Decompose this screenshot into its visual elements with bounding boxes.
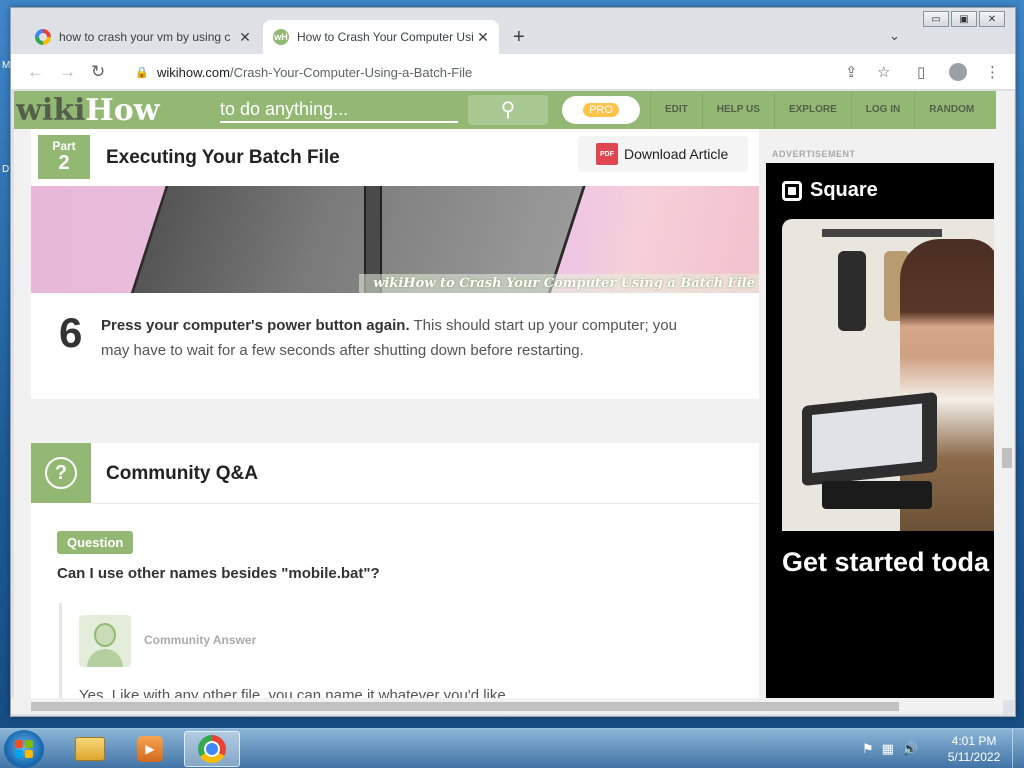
folder-icon [75, 737, 105, 761]
answer-author-label: Community Answer [144, 633, 257, 647]
scrollbar-thumb[interactable] [31, 702, 899, 711]
step-text: Press your computer's power button again… [101, 317, 677, 359]
horizontal-scrollbar[interactable] [11, 698, 1003, 714]
browser-toolbar: ← → ↻ 🔒 wikihow.com/Crash-Your-Computer-… [11, 54, 1015, 90]
search-input[interactable]: to do anything... [220, 99, 458, 123]
square-icon [782, 180, 802, 201]
pro-button[interactable]: PRO [562, 96, 640, 124]
tab-google-search[interactable]: how to crash your vm by using c ✕ [25, 20, 261, 54]
clock[interactable]: 4:01 PM 5/11/2022 [942, 733, 1006, 765]
tab-title: how to crash your vm by using c [59, 30, 231, 44]
wikihow-logo[interactable]: wikiHow [16, 93, 160, 128]
network-icon[interactable]: ▦ [882, 741, 894, 757]
clock-time: 4:01 PM [951, 734, 997, 748]
tab-search-chevron-icon[interactable]: ⌄ [889, 28, 900, 44]
question-text[interactable]: Can I use other names besides "mobile.ba… [57, 565, 380, 582]
wikihow-nav: EDIT HELP US EXPLORE LOG IN RANDOM [650, 91, 988, 129]
clock-date: 5/11/2022 [947, 750, 1001, 764]
forward-arrow-icon[interactable]: → [59, 62, 76, 82]
back-arrow-icon[interactable]: ← [27, 62, 44, 82]
kebab-menu-icon[interactable]: ⋮ [985, 63, 1000, 81]
question-badge: Question [57, 531, 134, 554]
share-icon[interactable]: ⇪ [845, 63, 858, 81]
start-button[interactable] [4, 730, 44, 768]
windows-logo-icon [15, 740, 33, 758]
download-article-button[interactable]: PDF Download Article [578, 136, 748, 172]
square-logo: Square [782, 179, 878, 202]
illustration-watermark: wikiHow to Crash Your Computer Using a B… [359, 274, 759, 293]
side-panel-icon[interactable]: ▯ [917, 63, 925, 81]
volume-icon[interactable]: 🔊 [902, 741, 918, 757]
url-host: wikihow.com [157, 64, 230, 80]
system-tray: ⚑ ▦ 🔊 [862, 741, 918, 757]
question-circle-icon: ? [31, 443, 91, 503]
part-section-card: Part 2 Executing Your Batch File PDF Dow… [31, 129, 759, 399]
step-number: 6 [59, 309, 83, 356]
flag-icon[interactable]: ⚑ [862, 741, 874, 757]
desktop-edge-letter: D [2, 164, 10, 175]
show-desktop-button[interactable] [1012, 729, 1024, 768]
tab-title: How to Crash Your Computer Usi [297, 30, 473, 44]
taskbar-chrome[interactable] [184, 731, 240, 767]
tab-close-icon[interactable]: ✕ [473, 29, 493, 46]
part-badge: Part 2 [38, 135, 90, 179]
search-button[interactable]: ⚲ [468, 95, 548, 125]
taskbar-explorer[interactable] [62, 731, 118, 767]
google-g-icon [35, 29, 51, 45]
community-answer: Community Answer Yes. Like with any othe… [59, 603, 749, 698]
media-player-icon: ▶ [137, 736, 163, 762]
url-path: /Crash-Your-Computer-Using-a-Batch-File [229, 64, 473, 80]
qa-title: Community Q&A [106, 463, 258, 484]
pdf-icon: PDF [596, 143, 618, 165]
part-title: Executing Your Batch File [106, 147, 340, 168]
tab-close-icon[interactable]: ✕ [235, 29, 255, 46]
address-bar[interactable]: 🔒 wikihow.com/Crash-Your-Computer-Using-… [123, 58, 845, 86]
tab-wikihow[interactable]: wH How to Crash Your Computer Usi ✕ [263, 20, 499, 54]
nav-edit[interactable]: EDIT [650, 91, 702, 129]
avatar [79, 615, 131, 667]
page-viewport: wikiHow to do anything... ⚲ PRO EDIT HEL… [14, 91, 1004, 698]
nav-explore[interactable]: EXPLORE [773, 91, 851, 129]
close-window-button[interactable]: ✕ [979, 11, 1005, 27]
divider [91, 503, 759, 504]
wikihow-header: wikiHow to do anything... ⚲ PRO EDIT HEL… [14, 91, 996, 129]
tab-strip: how to crash your vm by using c ✕ wH How… [11, 8, 1015, 54]
profile-avatar-icon[interactable] [949, 63, 967, 81]
window-controls: ▭ ▣ ✕ [923, 11, 1005, 27]
square-advertisement[interactable]: Square Get started toda [766, 163, 994, 698]
community-qa-card: ? Community Q&A Question Can I use other… [31, 443, 759, 698]
chrome-icon [198, 735, 226, 763]
reload-icon[interactable]: ↻ [91, 62, 105, 82]
ad-headline: Get started toda [782, 547, 990, 577]
nav-log-in[interactable]: LOG IN [850, 91, 914, 129]
minimize-button[interactable]: ▭ [923, 11, 949, 27]
bookmark-star-icon[interactable]: ☆ [877, 63, 890, 81]
new-tab-button[interactable]: + [513, 26, 525, 49]
search-icon: ⚲ [500, 99, 516, 121]
advertisement-label: ADVERTISEMENT [772, 149, 856, 159]
nav-help-us[interactable]: HELP US [701, 91, 774, 129]
browser-window: how to crash your vm by using c ✕ wH How… [10, 7, 1016, 717]
nav-random[interactable]: RANDOM [914, 91, 988, 129]
ad-photo [782, 219, 994, 531]
wikihow-icon: wH [273, 29, 289, 45]
answer-text: Yes. Like with any other file, you can n… [79, 687, 510, 698]
scrollbar-thumb[interactable] [1002, 448, 1012, 468]
taskbar: ▶ ⚑ ▦ 🔊 4:01 PM 5/11/2022 [0, 728, 1024, 768]
vertical-scrollbar[interactable] [1000, 91, 1014, 700]
taskbar-media-player[interactable]: ▶ [122, 731, 178, 767]
pro-label: PRO [583, 103, 619, 117]
maximize-button[interactable]: ▣ [951, 11, 977, 27]
lock-icon[interactable]: 🔒 [135, 66, 149, 79]
download-label: Download Article [624, 146, 729, 162]
step-illustration: wikiHow to Crash Your Computer Using a B… [31, 186, 759, 293]
